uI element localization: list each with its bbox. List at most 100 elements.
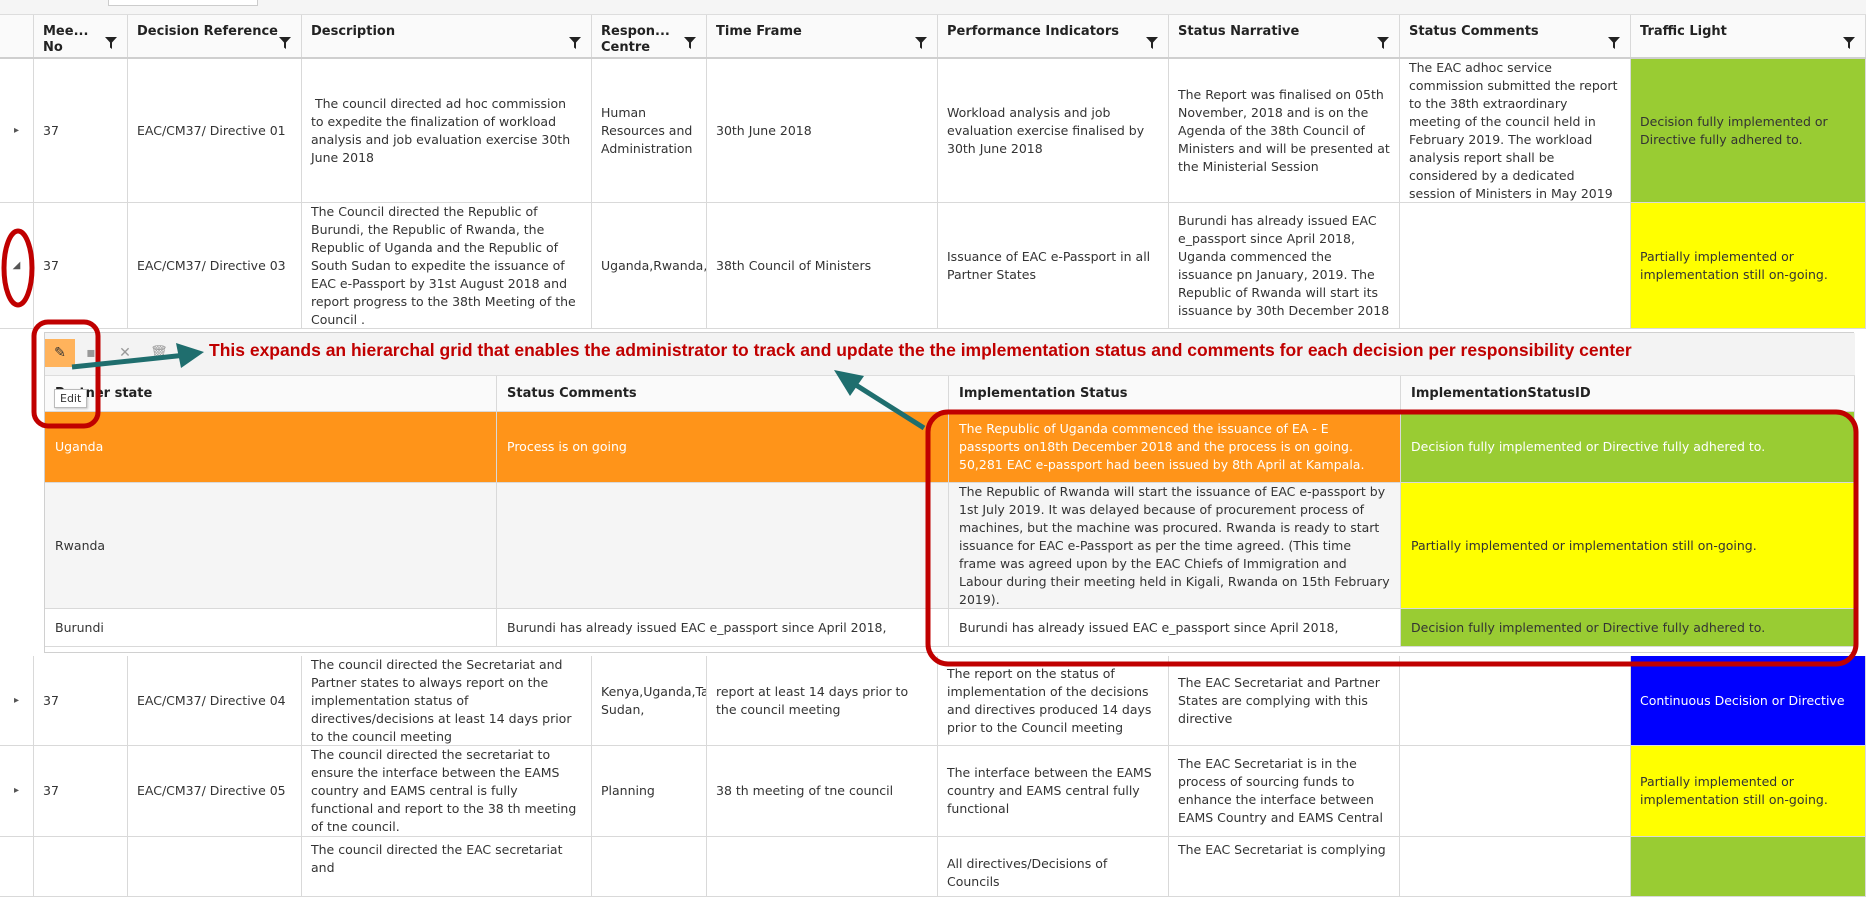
filter-icon[interactable]	[279, 37, 291, 49]
cell-status-comments: Process is on going	[497, 412, 949, 482]
toolbar-search-box[interactable]	[108, 0, 258, 6]
cell-partner-state: Uganda	[45, 412, 497, 482]
cell-description: The council directed ad hoc commission t…	[302, 59, 592, 202]
table-row[interactable]: ▸ 37 EAC/CM37/ Directive 04 The council …	[0, 656, 1866, 746]
cell-decision-reference: EAC/CM37/ Directive 03	[128, 203, 302, 328]
cell-responsibility-centre: Kenya,Uganda,Tan Sudan,	[592, 656, 707, 745]
col-header-responsibility-centre[interactable]: Respon... Centre	[592, 15, 707, 57]
cell-responsibility-centre	[592, 837, 707, 896]
top-toolbar	[0, 0, 1866, 15]
cell-meeting-no	[34, 837, 128, 896]
col-header-description[interactable]: Description	[302, 15, 592, 57]
expand-column-header	[0, 15, 34, 57]
col-header-label: Time Frame	[716, 24, 802, 39]
cell-time-frame: 38th Council of Ministers	[707, 203, 938, 328]
cell-status-comments: Burundi has already issued EAC e_passpor…	[497, 609, 949, 646]
table-row[interactable]: ▸ 37 EAC/CM37/ Directive 05 The council …	[0, 746, 1866, 837]
cell-status-comments	[1400, 837, 1631, 896]
col-header-time-frame[interactable]: Time Frame	[707, 15, 938, 57]
cell-performance-indicators: The interface between the EAMS country a…	[938, 746, 1169, 836]
detail-row-rwanda[interactable]: Rwanda The Republic of Rwanda will start…	[45, 483, 1855, 609]
cell-status-narrative: The Report was finalised on 05th Novembe…	[1169, 59, 1400, 202]
cell-partner-state: Rwanda	[45, 483, 497, 608]
expand-row-icon[interactable]: ▸	[0, 656, 34, 745]
cell-implementation-status-id: Partially implemented or implementation …	[1401, 483, 1855, 608]
cell-implementation-status-id: Decision fully implemented or Directive …	[1401, 412, 1855, 482]
filter-icon[interactable]	[569, 37, 581, 49]
cell-time-frame: 38 th meeting of tne council	[707, 746, 938, 836]
expand-row-icon[interactable]: ▸	[0, 746, 34, 836]
cell-performance-indicators: Workload analysis and job evaluation exe…	[938, 59, 1169, 202]
cell-description: The Council directed the Republic of Bur…	[302, 203, 592, 328]
col-header-status-narrative[interactable]: Status Narrative	[1169, 15, 1400, 57]
cell-status-narrative: The EAC Secretariat is in the process of…	[1169, 746, 1400, 836]
col-header-label: Description	[311, 24, 396, 39]
detail-row-burundi[interactable]: Burundi Burundi has already issued EAC e…	[45, 609, 1855, 647]
filter-icon[interactable]	[1146, 37, 1158, 49]
cell-status-comments: The EAC adhoc service commission submitt…	[1400, 59, 1631, 202]
detail-grid: ✎ ▪ ✕ 🗑 Partner state Status Comments Im…	[44, 332, 1855, 653]
cell-meeting-no: 37	[34, 203, 128, 328]
cell-time-frame: report at least 14 days prior to the cou…	[707, 656, 938, 745]
col-header-implementation-status[interactable]: Implementation Status	[949, 376, 1401, 411]
delete-icon[interactable]: 🗑	[145, 339, 173, 367]
cell-implementation-status-id: Decision fully implemented or Directive …	[1401, 609, 1855, 646]
cell-decision-reference: EAC/CM37/ Directive 04	[128, 656, 302, 745]
cell-decision-reference	[128, 837, 302, 896]
cell-implementation-status: The Republic of Uganda commenced the iss…	[949, 412, 1401, 482]
cell-description: The council directed the secretariat to …	[302, 746, 592, 836]
col-header-status-comments[interactable]: Status Comments	[497, 376, 949, 411]
col-header-partner-state[interactable]: Partner state	[45, 376, 497, 411]
detail-header-row: Partner state Status Comments Implementa…	[45, 376, 1855, 412]
cell-partner-state: Burundi	[45, 609, 497, 646]
cell-responsibility-centre: Human Resources and Administration	[592, 59, 707, 202]
edit-button[interactable]: ✎	[45, 339, 75, 367]
cell-traffic-light: Decision fully implemented or Directive …	[1631, 59, 1866, 202]
filter-icon[interactable]	[1377, 37, 1389, 49]
cell-performance-indicators: All directives/Decisions of Councils	[938, 837, 1169, 896]
cell-traffic-light: Partially implemented or implementation …	[1631, 203, 1866, 328]
filter-icon[interactable]	[1843, 37, 1855, 49]
col-header-traffic-light[interactable]: Traffic Light	[1631, 15, 1866, 57]
col-header-label: Performance Indicators	[947, 24, 1120, 39]
col-header-meeting-no[interactable]: Mee... No	[34, 15, 128, 57]
cell-status-comments	[1400, 746, 1631, 836]
filter-icon[interactable]	[105, 37, 117, 49]
cell-description: The council directed the EAC secretariat…	[302, 837, 592, 896]
cancel-icon[interactable]: ✕	[111, 339, 139, 367]
cell-meeting-no: 37	[34, 746, 128, 836]
col-header-implementation-status-id[interactable]: ImplementationStatusID	[1401, 376, 1855, 411]
col-header-performance-indicators[interactable]: Performance Indicators	[938, 15, 1169, 57]
col-header-status-comments[interactable]: Status Comments	[1400, 15, 1631, 57]
cell-description: The council directed the Secretariat and…	[302, 656, 592, 745]
cell-traffic-light: Partially implemented or implementation …	[1631, 746, 1866, 836]
col-header-label: Mee... No	[43, 24, 89, 55]
table-row[interactable]: ▸ 37 EAC/CM37/ Directive 01 The council …	[0, 59, 1866, 203]
cell-implementation-status: The Republic of Rwanda will start the is…	[949, 483, 1401, 608]
col-header-label: Status Narrative	[1178, 24, 1300, 39]
expand-row-icon[interactable]: ▸	[0, 59, 34, 202]
filter-icon[interactable]	[915, 37, 927, 49]
cell-implementation-status: Burundi has already issued EAC e_passpor…	[949, 609, 1401, 646]
cell-status-comments	[1400, 656, 1631, 745]
save-icon[interactable]: ▪	[77, 339, 105, 367]
cell-meeting-no: 37	[34, 59, 128, 202]
col-header-decision-reference[interactable]: Decision Reference	[128, 15, 302, 57]
cell-traffic-light	[1631, 837, 1866, 896]
table-row-expanded[interactable]: ◢ 37 EAC/CM37/ Directive 03 The Council …	[0, 203, 1866, 329]
edit-tooltip: Edit	[54, 389, 88, 408]
grid-header-row: Mee... No Decision Reference Description…	[0, 15, 1866, 59]
cell-performance-indicators: Issuance of EAC e-Passport in all Partne…	[938, 203, 1169, 328]
cell-status-narrative: Burundi has already issued EAC e_passpor…	[1169, 203, 1400, 328]
cell-performance-indicators: The report on the status of implementati…	[938, 656, 1169, 745]
cell-status-comments	[497, 483, 949, 608]
collapse-row-icon[interactable]: ◢	[0, 203, 34, 328]
detail-row-uganda[interactable]: Uganda Process is on going The Republic …	[45, 412, 1855, 483]
filter-icon[interactable]	[684, 37, 696, 49]
table-row[interactable]: The council directed the EAC secretariat…	[0, 837, 1866, 897]
cell-time-frame: 30th June 2018	[707, 59, 938, 202]
filter-icon[interactable]	[1608, 37, 1620, 49]
annotation-callout-text: This expands an hierarchal grid that ena…	[209, 340, 1632, 360]
cell-decision-reference: EAC/CM37/ Directive 01	[128, 59, 302, 202]
col-header-label: Traffic Light	[1640, 24, 1727, 39]
